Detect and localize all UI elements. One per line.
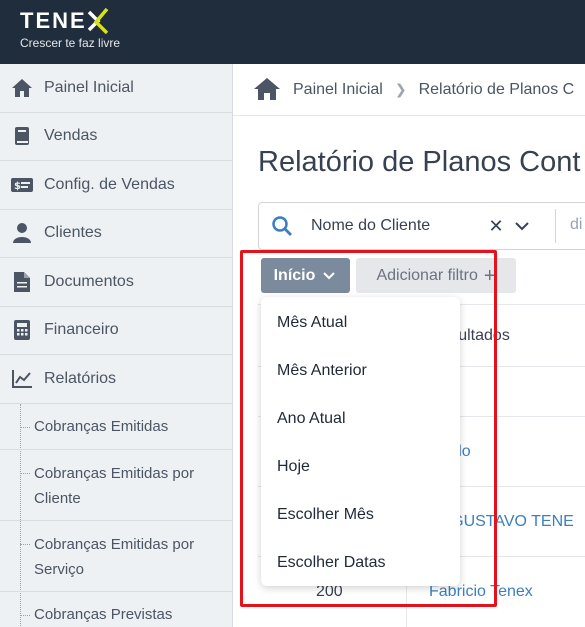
option-mes-anterior[interactable]: Mês Anterior xyxy=(261,347,460,395)
option-escolher-datas[interactable]: Escolher Datas xyxy=(261,539,460,587)
submenu-item-cobrancas-por-cliente[interactable]: Cobranças Emitidas por Cliente xyxy=(0,450,232,521)
sidebar-item-label: Clientes xyxy=(44,224,102,242)
sidebar-item-painel-inicial[interactable]: Painel Inicial xyxy=(0,64,232,113)
line-chart-icon xyxy=(11,368,33,390)
sidebar-item-relatorios[interactable]: Relatórios xyxy=(0,355,232,404)
sidebar: Painel Inicial Vendas $ Config. de Venda… xyxy=(0,64,233,627)
sidebar-item-label: Financeiro xyxy=(44,321,119,339)
logo-x-mark xyxy=(87,8,109,34)
home-icon xyxy=(11,77,33,99)
submenu-item-cobrancas-por-servico[interactable]: Cobranças Emitidas por Serviço xyxy=(0,521,232,592)
filter-divider xyxy=(555,209,556,243)
breadcrumb-home-icon[interactable] xyxy=(253,77,281,103)
sidebar-item-label: Documentos xyxy=(44,272,134,290)
tenex-logo[interactable]: TENE Crescer te faz livre xyxy=(20,8,120,50)
page-title: Relatório de Planos Cont xyxy=(258,146,581,178)
breadcrumb: Painel Inicial ❯ Relatório de Planos C xyxy=(233,64,585,116)
add-filter-button[interactable]: Adicionar filtro + xyxy=(356,258,516,293)
inicio-filter-button[interactable]: Início xyxy=(261,258,350,293)
sidebar-item-financeiro[interactable]: Financeiro xyxy=(0,307,232,355)
sidebar-item-documentos[interactable]: Documentos xyxy=(0,258,232,307)
inicio-label: Início xyxy=(273,266,316,284)
logo-tagline: Crescer te faz livre xyxy=(20,36,121,50)
option-escolher-mes[interactable]: Escolher Mês xyxy=(261,491,460,539)
sidebar-item-clientes[interactable]: Clientes xyxy=(0,210,232,258)
relatorios-submenu: Cobranças Emitidas Cobranças Emitidas po… xyxy=(0,403,232,627)
breadcrumb-separator-icon: ❯ xyxy=(394,81,407,97)
sidebar-item-label: Painel Inicial xyxy=(44,78,134,96)
file-icon xyxy=(11,271,33,293)
calculator-icon xyxy=(11,319,33,341)
clear-icon[interactable]: ✕ xyxy=(487,216,505,237)
date-filter-dropdown: Mês Atual Mês Anterior Ano Atual Hoje Es… xyxy=(261,297,460,586)
book-icon xyxy=(11,125,33,147)
money-bill-icon: $ xyxy=(11,174,33,196)
filter-field-selector[interactable]: Nome do Cliente ✕ xyxy=(259,203,559,249)
submenu-item-cobrancas-previstas[interactable]: Cobranças Previstas xyxy=(0,592,232,627)
option-ano-atual[interactable]: Ano Atual xyxy=(261,395,460,443)
filter-field-value: Nome do Cliente xyxy=(311,217,431,234)
logo-wordmark: TENE xyxy=(20,8,87,33)
svg-text:$: $ xyxy=(14,181,21,192)
plus-icon: + xyxy=(483,264,496,287)
breadcrumb-home-link[interactable]: Painel Inicial xyxy=(293,81,383,99)
option-hoje[interactable]: Hoje xyxy=(261,443,460,491)
add-filter-label: Adicionar filtro xyxy=(376,266,478,284)
filter-bar: Nome do Cliente ✕ di xyxy=(258,202,585,250)
breadcrumb-current: Relatório de Planos C xyxy=(418,80,575,98)
chevron-down-icon[interactable] xyxy=(513,217,531,235)
search-icon xyxy=(272,216,292,236)
sidebar-item-label: Relatórios xyxy=(44,369,117,387)
main-content: Painel Inicial ❯ Relatório de Planos C R… xyxy=(233,64,585,627)
chevron-down-icon xyxy=(323,271,336,279)
option-mes-atual[interactable]: Mês Atual xyxy=(261,299,460,347)
sidebar-item-config-vendas[interactable]: $ Config. de Vendas xyxy=(0,161,232,210)
sidebar-item-label: Vendas xyxy=(44,127,98,145)
user-icon xyxy=(11,222,33,244)
submenu-item-cobrancas-emitidas[interactable]: Cobranças Emitidas xyxy=(0,404,232,450)
sidebar-item-vendas[interactable]: Vendas xyxy=(0,113,232,161)
sidebar-item-label: Config. de Vendas xyxy=(44,175,175,193)
filter-value-input[interactable]: di xyxy=(570,216,582,234)
top-brand-bar: TENE Crescer te faz livre xyxy=(0,0,585,64)
